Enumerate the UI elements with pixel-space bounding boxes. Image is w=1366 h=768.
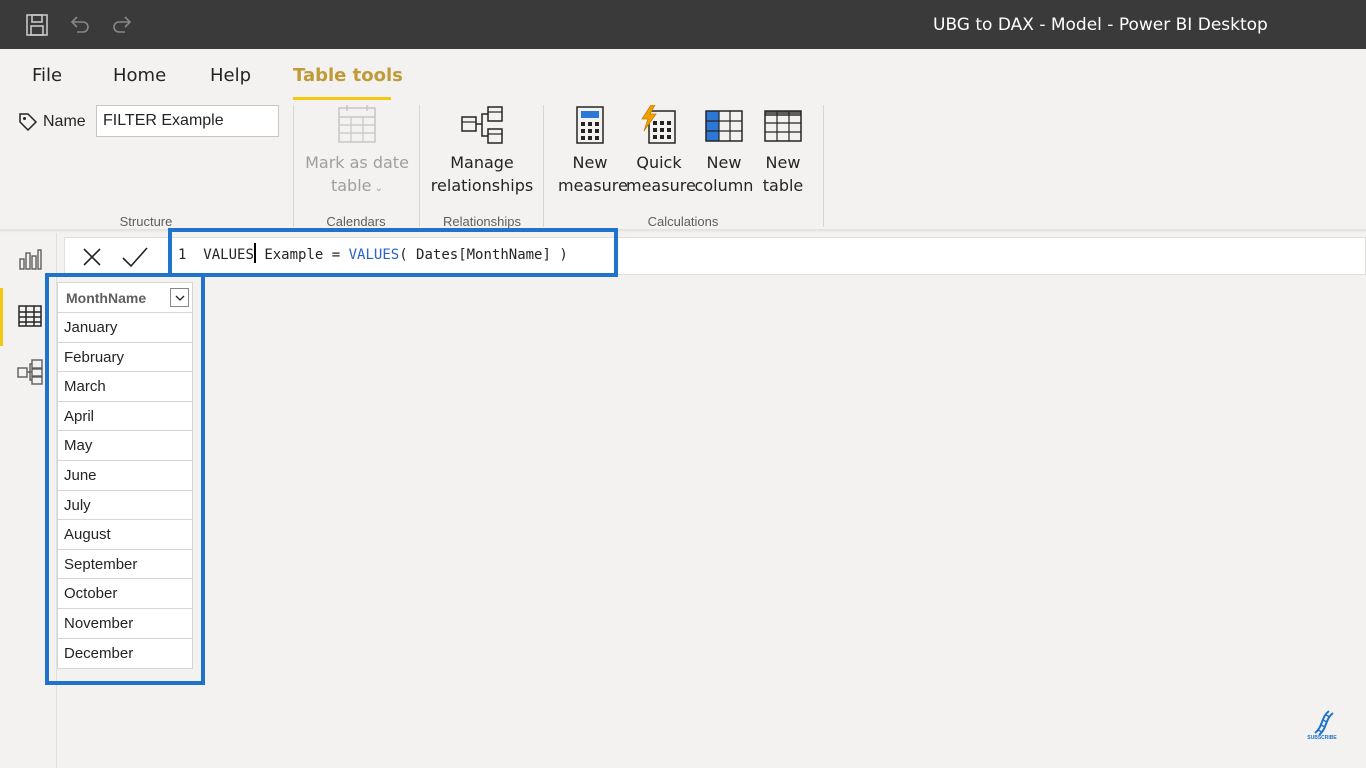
active-view-indicator	[0, 288, 3, 346]
new-column-label-line2: column	[694, 176, 754, 195]
quick-measure-icon	[641, 105, 676, 144]
relationships-icon	[461, 106, 503, 144]
undo-icon[interactable]	[67, 12, 93, 38]
ribbon-separator	[543, 105, 544, 227]
data-view-icon[interactable]	[17, 303, 43, 329]
group-label-structure: Structure	[119, 214, 173, 229]
dna-icon	[1314, 710, 1334, 736]
ribbon-separator	[293, 105, 294, 227]
group-label-relationships: Relationships	[442, 214, 522, 229]
cancel-formula-icon[interactable]	[80, 245, 104, 269]
new-column-label-line1: New	[706, 153, 742, 172]
quick-measure-label-line2: measure	[626, 176, 696, 195]
chevron-down-icon: ⌄	[371, 183, 384, 194]
ribbon-tabs: File Home Help Table tools	[0, 49, 1366, 101]
window-title: UBG to DAX - Model - Power BI Desktop	[933, 15, 1268, 35]
title-bar: UBG to DAX - Model - Power BI Desktop	[0, 0, 1366, 49]
tab-home[interactable]: Home	[113, 65, 166, 86]
report-view-icon[interactable]	[17, 247, 43, 273]
data-view-canvas	[58, 276, 1366, 768]
commit-formula-icon[interactable]	[121, 245, 148, 269]
new-table-icon	[764, 110, 802, 142]
formula-highlight-box	[168, 228, 618, 277]
new-table-label-line2: table	[762, 176, 804, 195]
new-measure-label-line1: New	[572, 153, 608, 172]
mark-as-date-label-line2: table	[330, 176, 372, 195]
model-view-icon[interactable]	[17, 359, 43, 385]
manage-label-line1: Manage	[450, 153, 514, 172]
active-tab-indicator	[293, 97, 391, 100]
tab-help[interactable]: Help	[210, 65, 251, 86]
new-table-label-line1: New	[765, 153, 801, 172]
tab-file[interactable]: File	[32, 65, 62, 86]
ribbon-separator	[823, 105, 824, 227]
table-highlight-box	[45, 273, 205, 685]
new-measure-button[interactable]: New measure	[558, 105, 628, 197]
ribbon-separator	[419, 105, 420, 227]
new-column-icon	[705, 110, 743, 142]
ribbon: Name Structure Mark as date table ⌄ Cale…	[0, 101, 1366, 232]
save-icon[interactable]	[24, 12, 50, 38]
tag-icon	[17, 111, 39, 138]
subscribe-badge[interactable]: SUBSCRIBE	[1304, 707, 1340, 743]
calculator-icon	[576, 106, 604, 144]
new-table-button[interactable]: New table	[757, 105, 809, 197]
mark-as-date-label-line1: Mark as date	[305, 153, 409, 172]
subscribe-label: SUBSCRIBE	[1307, 735, 1337, 741]
manage-relationships-button[interactable]: Manage relationships	[428, 105, 536, 197]
group-label-calendars: Calendars	[326, 214, 386, 229]
redo-icon[interactable]	[109, 12, 135, 38]
table-name-input[interactable]	[96, 105, 279, 137]
new-measure-label-line2: measure	[558, 176, 628, 195]
calendar-table-icon	[338, 105, 376, 143]
name-label: Name	[43, 113, 86, 130]
group-label-calculations: Calculations	[647, 214, 719, 229]
mark-as-date-table-button[interactable]: Mark as date table ⌄	[303, 105, 411, 200]
quick-measure-label-line1: Quick	[636, 153, 682, 172]
tab-table-tools[interactable]: Table tools	[293, 65, 403, 86]
manage-label-line2: relationships	[430, 176, 534, 195]
quick-measure-button[interactable]: Quick measure	[626, 105, 696, 197]
new-column-button[interactable]: New column	[694, 105, 754, 197]
